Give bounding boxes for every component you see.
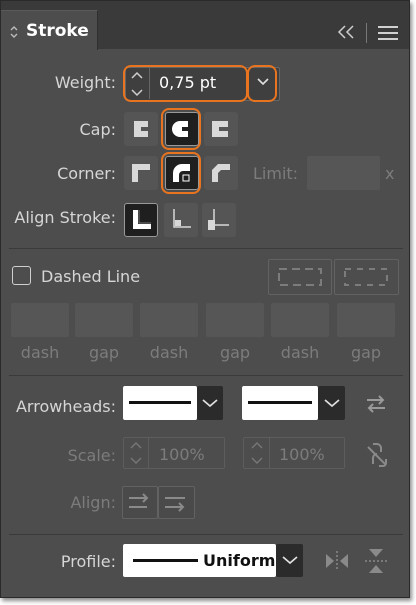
end-scale-stepper[interactable]: [249, 440, 265, 466]
align-outside-button[interactable]: [202, 203, 236, 237]
weight-label: Weight:: [54, 73, 116, 92]
end-scale-value: 100%: [279, 445, 325, 464]
dash-label-3: dash: [280, 343, 320, 362]
dash-field-3[interactable]: [271, 303, 329, 337]
end-arrowhead-select[interactable]: [242, 386, 318, 420]
header-divider: [366, 23, 367, 43]
butt-cap-icon: [134, 121, 148, 137]
align-outside-icon: [208, 209, 229, 230]
start-arrowhead-dropdown[interactable]: [197, 386, 223, 420]
align-inside-icon: [173, 209, 191, 228]
section-divider: [9, 248, 403, 249]
line-preview-icon: [129, 401, 191, 404]
dashed-line-checkbox[interactable]: [12, 266, 31, 285]
miter-join-icon: [132, 164, 150, 182]
cap-label: Cap:: [79, 120, 116, 139]
dash-label-1: dash: [20, 343, 60, 362]
align-label: Align:: [70, 493, 116, 512]
align-dash-button[interactable]: [334, 259, 399, 295]
dashed-line-label: Dashed Line: [41, 267, 141, 286]
profile-select[interactable]: Uniform: [123, 544, 276, 577]
gap-label-1: gap: [88, 343, 120, 362]
stepper-divider: [148, 438, 149, 468]
arrow-extend-icon: [129, 493, 149, 508]
projecting-cap-icon: [212, 121, 228, 137]
dash-pattern-align-icon: [344, 268, 388, 286]
uniform-profile-icon: [133, 559, 198, 562]
round-join-highlight: [161, 152, 201, 194]
panel-title: Stroke: [26, 21, 89, 41]
round-cap-highlight: [161, 108, 201, 150]
profile-label: Profile:: [60, 552, 116, 571]
miter-join-button[interactable]: [124, 156, 158, 190]
dash-field-2[interactable]: [140, 303, 198, 337]
dash-field-1[interactable]: [11, 303, 69, 337]
arrow-place-icon: [165, 497, 185, 512]
panel-menu-icon[interactable]: [377, 24, 399, 42]
start-scale-stepper[interactable]: [128, 440, 144, 466]
align-center-icon: [133, 210, 151, 229]
end-arrowhead-dropdown[interactable]: [318, 386, 345, 420]
gap-field-1[interactable]: [75, 303, 133, 337]
chevron-down-icon[interactable]: [256, 77, 270, 87]
gap-field-2[interactable]: [206, 303, 264, 337]
section-divider: [9, 534, 403, 535]
limit-suffix: x: [385, 164, 395, 183]
preserve-dash-button[interactable]: [268, 259, 332, 295]
link-scale-icon[interactable]: [365, 441, 389, 469]
bevel-join-icon: [212, 164, 230, 182]
align-inside-button[interactable]: [164, 203, 198, 237]
tab-stroke[interactable]: Stroke: [1, 10, 98, 50]
corner-label: Corner:: [57, 164, 116, 183]
chevron-down-icon: [282, 556, 298, 565]
arrowheads-label: Arrowheads:: [15, 397, 116, 416]
start-arrowhead-select[interactable]: [123, 386, 197, 420]
profile-value: Uniform: [203, 551, 276, 570]
chevron-down-icon: [202, 399, 218, 408]
line-preview-icon: [248, 401, 312, 404]
section-divider: [9, 375, 403, 376]
flip-along-icon[interactable]: [324, 549, 350, 573]
start-scale-value: 100%: [159, 445, 205, 464]
gap-field-3[interactable]: [337, 303, 395, 337]
gap-label-2: gap: [219, 343, 251, 362]
stroke-panel: Stroke Weight: 0,75 pt Cap: Corner: Limi…: [0, 0, 410, 598]
weight-input[interactable]: 0,75 pt: [159, 73, 216, 92]
dash-label-2: dash: [149, 343, 189, 362]
weight-stepper-divider: [149, 67, 150, 99]
swap-arrowheads-icon[interactable]: [364, 392, 388, 416]
dash-pattern-exact-icon: [278, 268, 322, 286]
flip-across-icon[interactable]: [363, 547, 389, 575]
collapse-panel-icon[interactable]: [336, 24, 356, 40]
arrow-tip-end-button[interactable]: [158, 486, 195, 519]
gap-label-3: gap: [350, 343, 382, 362]
profile-dropdown[interactable]: [276, 544, 303, 577]
weight-stepper[interactable]: [129, 69, 145, 99]
collapse-toggle-icon[interactable]: [9, 25, 19, 39]
chevron-down-icon: [324, 399, 340, 408]
butt-cap-button[interactable]: [124, 112, 158, 146]
limit-label: Limit:: [253, 164, 299, 183]
stepper-divider: [269, 438, 270, 468]
bevel-join-button[interactable]: [204, 156, 238, 190]
align-center-button[interactable]: [124, 203, 158, 237]
align-stroke-label: Align Stroke:: [14, 208, 116, 227]
projecting-cap-button[interactable]: [204, 112, 238, 146]
arrow-tip-beyond-button[interactable]: [122, 486, 158, 519]
scale-label: Scale:: [67, 446, 116, 465]
limit-input[interactable]: [307, 156, 380, 190]
